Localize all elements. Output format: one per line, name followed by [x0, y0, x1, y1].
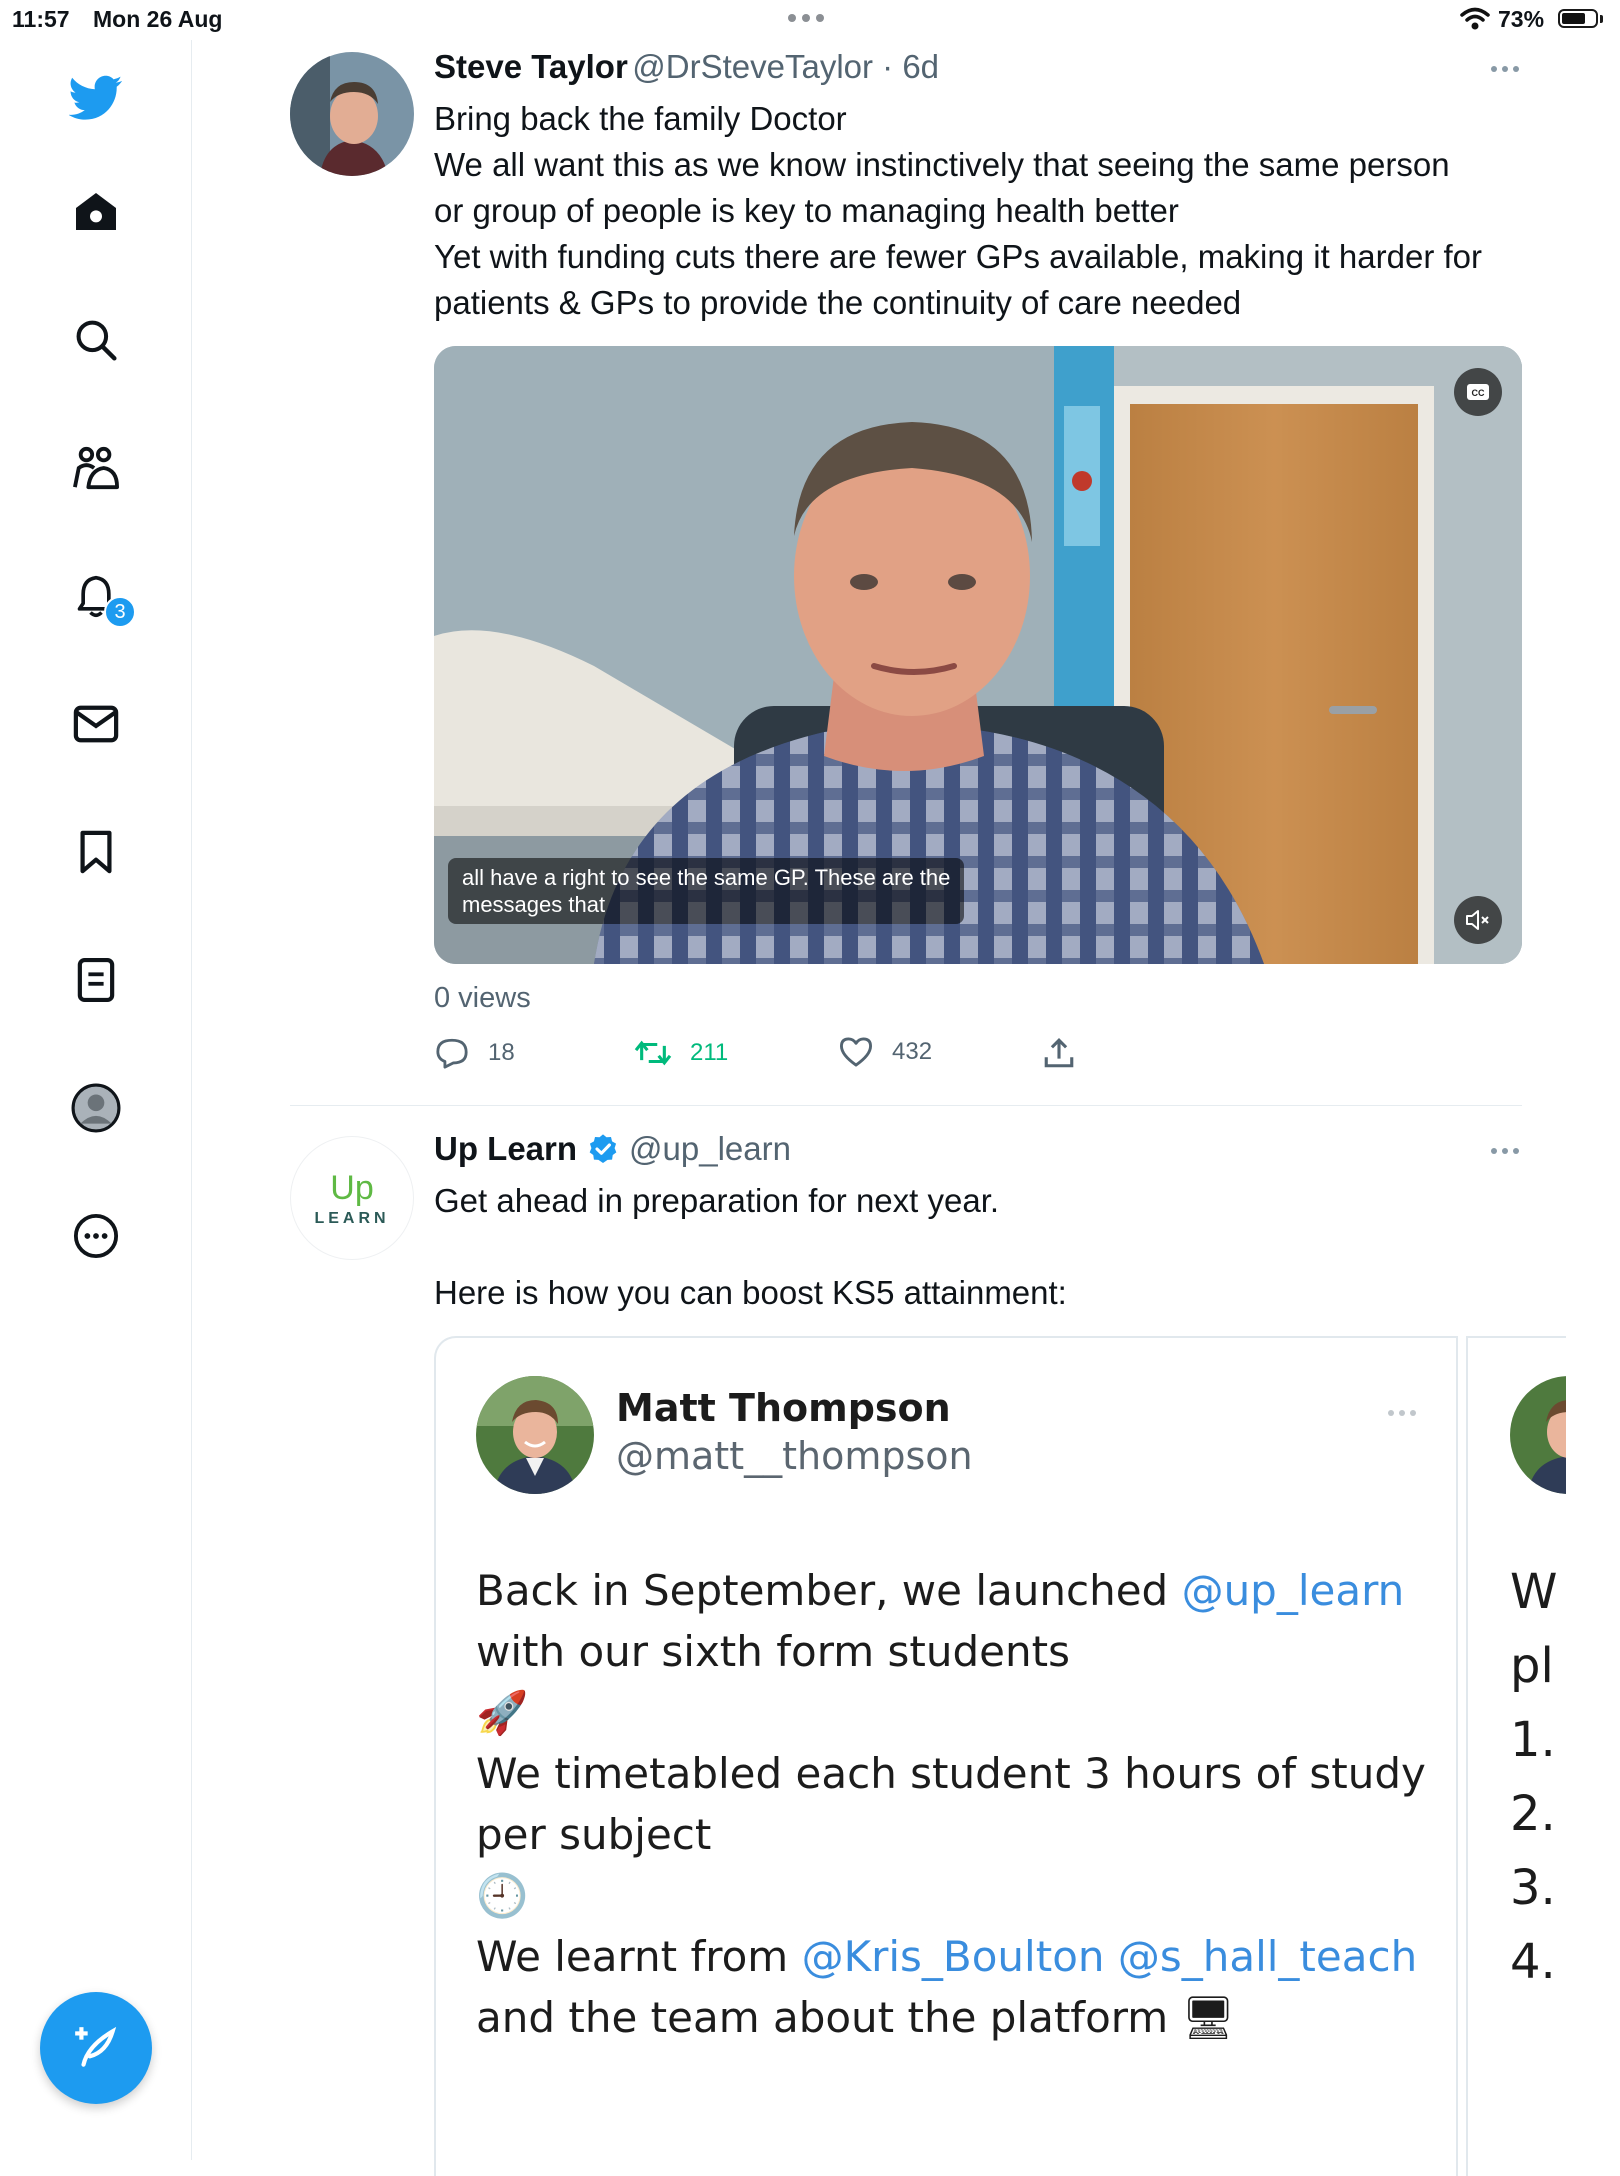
tweet-video[interactable]: CC all have a right to see the same GP. …	[434, 346, 1522, 964]
svg-text:CC: CC	[1472, 388, 1485, 398]
tweet-divider	[290, 1105, 1522, 1106]
tweet-text-line: Get ahead in preparation for next year.	[434, 1182, 1000, 1219]
battery-icon	[1558, 9, 1598, 28]
matt-thompson-avatar	[476, 1376, 594, 1494]
video-caption: all have a right to see the same GP. The…	[448, 858, 965, 924]
media-carousel-card[interactable]: Matt Thompson @matt__thompson Back in Se…	[434, 1336, 1458, 2176]
reply-count: 18	[488, 1039, 515, 1066]
up-learn-logo: Up LEARN	[314, 1169, 389, 1227]
clock-emoji: 🕘	[476, 1871, 529, 1920]
matt-thompson-avatar	[1510, 1376, 1566, 1494]
closed-captions-button[interactable]: CC	[1454, 368, 1502, 416]
wifi-icon	[1460, 7, 1490, 30]
up-learn-avatar[interactable]: Up LEARN	[290, 1136, 414, 1260]
reply-icon	[436, 1038, 468, 1069]
svg-text:Up: Up	[330, 1169, 373, 1207]
twitter-logo-icon[interactable]	[64, 66, 128, 130]
embedded-more-icon	[1388, 1410, 1416, 1416]
author-handle[interactable]: @up_learn	[629, 1130, 791, 1168]
heart-icon	[839, 1037, 872, 1067]
more-options-icon[interactable]	[64, 1204, 128, 1268]
author-name[interactable]: Up Learn	[434, 1130, 577, 1168]
notifications-badge: 3	[104, 596, 136, 628]
tweet-header: Up Learn @up_learn	[434, 1130, 791, 1168]
author-avatar[interactable]	[290, 52, 414, 176]
retweet-icon	[634, 1040, 672, 1066]
cc-icon: CC	[1467, 384, 1489, 400]
mute-toggle-button[interactable]	[1454, 896, 1502, 944]
share-icon	[1044, 1038, 1074, 1068]
battery-percent: 73%	[1498, 6, 1545, 32]
messages-icon[interactable]	[64, 692, 128, 756]
share-button[interactable]	[1042, 1036, 1076, 1070]
embedded-author-name: Matt Thompson	[616, 1386, 951, 1430]
retweet-count: 211	[690, 1039, 729, 1066]
svg-text:LEARN: LEARN	[314, 1210, 389, 1227]
embedded-tweet-text: Back in September, we launched @up_learn…	[476, 1566, 1426, 2042]
status-bar: 11:57 Mon 26 Aug 73%	[0, 0, 1620, 40]
multitasking-dots-icon[interactable]	[788, 14, 824, 22]
home-icon[interactable]	[64, 180, 128, 244]
author-handle[interactable]: @DrSteveTaylor · 6d	[632, 48, 939, 85]
bookmarks-icon[interactable]	[64, 820, 128, 884]
like-button[interactable]: 432	[838, 1036, 932, 1068]
tweet-more-icon[interactable]	[1491, 1148, 1519, 1154]
tweet-more-icon[interactable]	[1491, 66, 1519, 72]
rocket-emoji: 🚀	[476, 1688, 529, 1737]
speaker-muted-icon	[1466, 910, 1489, 930]
retweet-button[interactable]: 211	[634, 1036, 728, 1070]
media-carousel-next-card[interactable]: W pl 1. 2. 3. 4.	[1466, 1336, 1566, 2176]
reply-button[interactable]: 18	[434, 1036, 515, 1070]
verified-badge-icon	[589, 1134, 617, 1163]
lists-icon[interactable]	[64, 948, 128, 1012]
like-count: 432	[892, 1038, 933, 1065]
view-count: 0 views	[434, 982, 531, 1014]
tweet-text: Bring back the family Doctor We all want…	[434, 100, 1482, 321]
status-date: Mon 26 Aug	[93, 6, 223, 32]
compose-feather-icon	[75, 2026, 117, 2067]
search-icon[interactable]	[64, 308, 128, 372]
sidebar-nav: 3	[0, 40, 192, 2160]
compose-tweet-button[interactable]	[40, 1992, 152, 2104]
embedded-author-handle: @matt__thompson	[616, 1434, 973, 1478]
communities-icon[interactable]	[64, 436, 128, 500]
profile-avatar-icon[interactable]	[64, 1076, 128, 1140]
tweet-header: Steve Taylor @DrSteveTaylor · 6d	[434, 48, 939, 86]
author-name[interactable]: Steve Taylor	[434, 48, 628, 85]
tweet-text-line: Here is how you can boost KS5 attainment…	[434, 1274, 1067, 1311]
status-time: 11:57	[12, 6, 70, 32]
